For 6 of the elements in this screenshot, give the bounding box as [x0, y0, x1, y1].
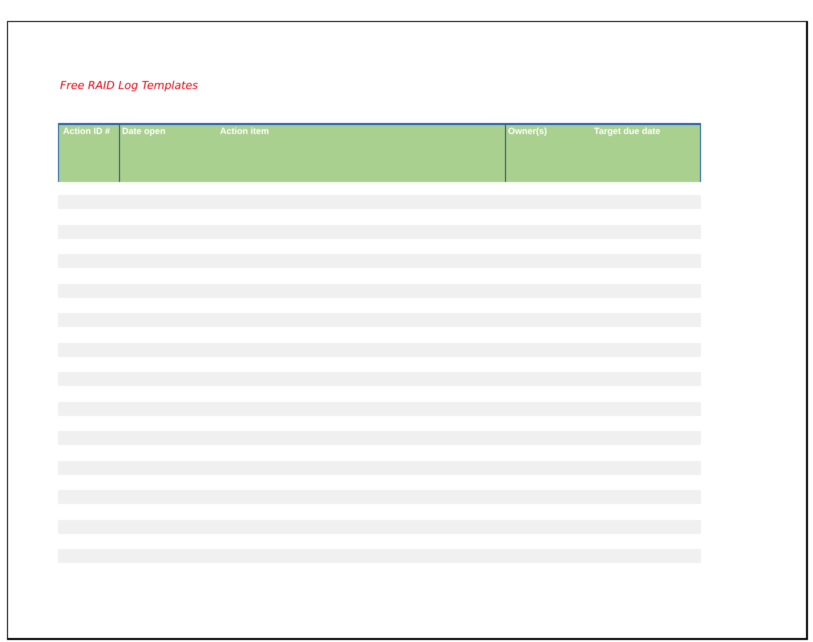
column-header: Action item [220, 126, 270, 136]
column-header: Date open [122, 126, 167, 136]
sheet-title: Free RAID Log Templates [60, 79, 200, 94]
column-header: Target due date [594, 126, 660, 136]
column-header: Owner(s) [508, 126, 548, 136]
column-header: Action ID # [63, 126, 110, 136]
